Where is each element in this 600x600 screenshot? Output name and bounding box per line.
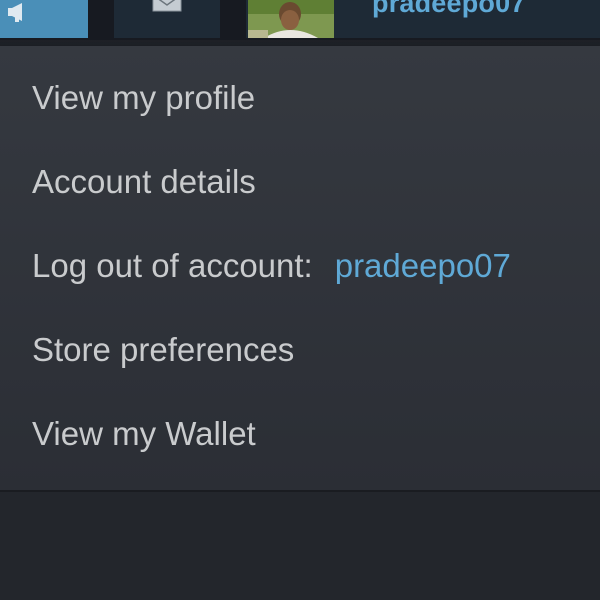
page-background <box>0 492 600 600</box>
menu-item-view-wallet[interactable]: View my Wallet <box>32 412 256 456</box>
menu-item-logout[interactable]: Log out of account: pradeepo07 <box>32 244 511 288</box>
menu-item-account-details[interactable]: Account details <box>32 160 256 204</box>
logout-account-name: pradeepo07 <box>334 247 511 284</box>
account-pulldown[interactable]: pradeepo07 <box>246 0 600 38</box>
menu-item-view-profile[interactable]: View my profile <box>32 76 255 120</box>
envelope-icon <box>152 0 182 12</box>
top-bar: pradeepo07 <box>0 0 600 40</box>
announcements-button[interactable] <box>0 0 88 38</box>
account-dropdown-menu: View my profile Account details Log out … <box>0 46 600 492</box>
menu-item-store-preferences[interactable]: Store preferences <box>32 328 294 372</box>
megaphone-icon <box>8 3 22 22</box>
user-avatar[interactable] <box>248 0 334 38</box>
inbox-button[interactable] <box>114 0 220 38</box>
account-username[interactable]: pradeepo07 <box>372 0 526 19</box>
page: pradeepo07 View my profile Account detai… <box>0 0 600 600</box>
logout-label: Log out of account: <box>32 247 313 284</box>
